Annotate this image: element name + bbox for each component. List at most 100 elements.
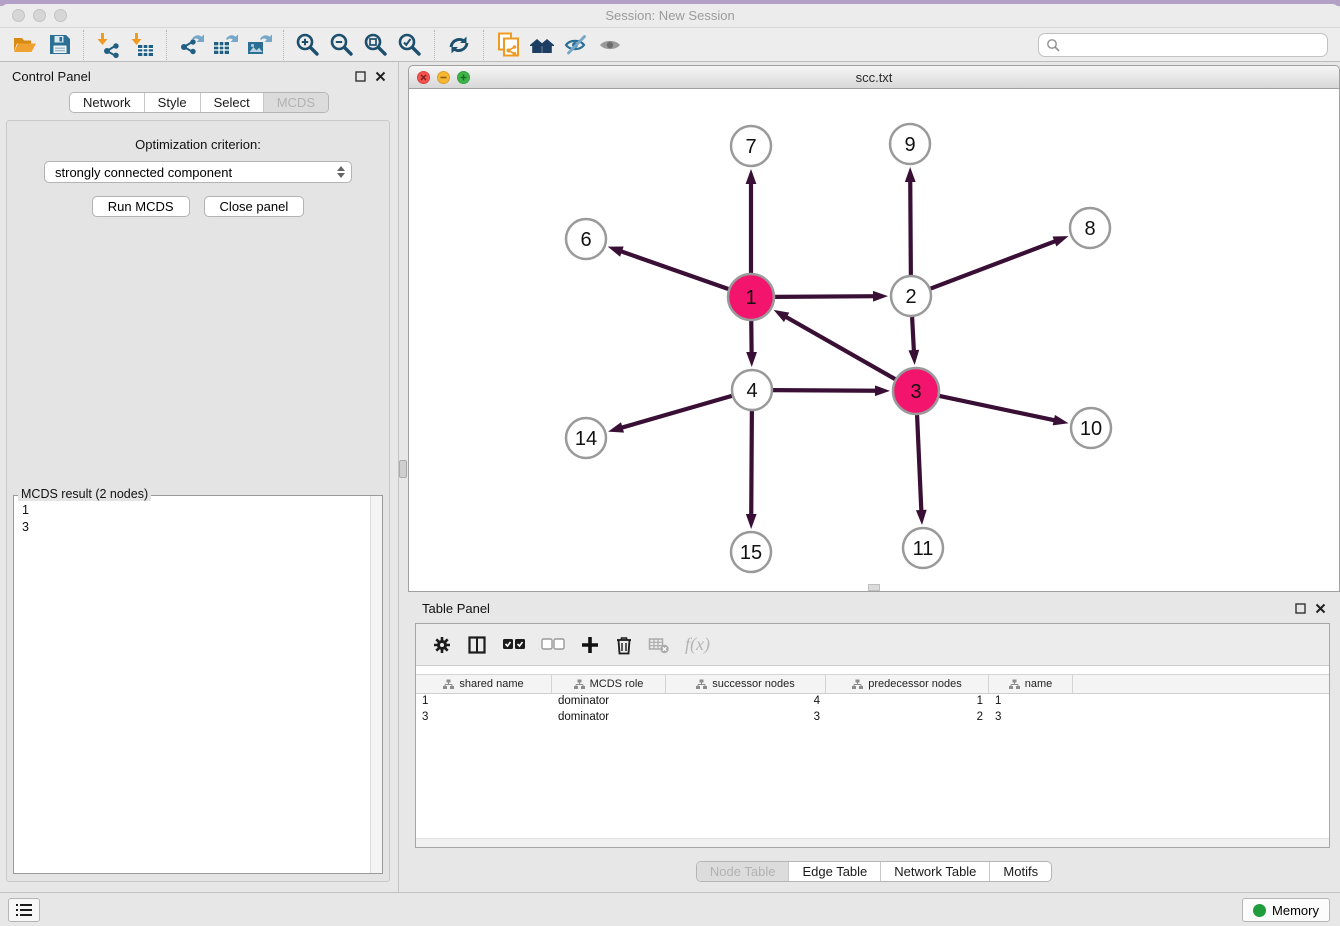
graph-node-6[interactable]: 6 [566, 219, 606, 259]
graph-edge-2-3[interactable] [908, 317, 919, 365]
mcds-result-text: 1 3 [14, 496, 382, 542]
toolbar-separator [166, 30, 167, 60]
network-view-window: scc.txt 7968124314101511 [408, 65, 1340, 592]
result-scrollbar[interactable] [370, 496, 382, 873]
select-all-icon[interactable] [502, 632, 526, 658]
tab-mcds[interactable]: MCDS [263, 93, 328, 112]
table-settings-gear-icon[interactable] [432, 632, 452, 658]
graph-node-10[interactable]: 10 [1071, 408, 1111, 448]
zoom-in-icon[interactable] [291, 30, 325, 60]
apply-layout-icon[interactable] [442, 30, 476, 60]
memory-button[interactable]: Memory [1242, 898, 1330, 922]
close-panel-button[interactable]: Close panel [204, 196, 305, 217]
svg-text:15: 15 [740, 542, 762, 564]
graph-edge-2-9[interactable] [905, 167, 916, 275]
table-row[interactable]: 3dominator323 [416, 710, 1329, 726]
graph-node-11[interactable]: 11 [903, 528, 943, 568]
graph-node-2[interactable]: 2 [891, 276, 931, 316]
import-table-icon[interactable] [125, 30, 159, 60]
memory-status-icon [1253, 904, 1266, 917]
table-tab-node-table[interactable]: Node Table [697, 862, 789, 881]
network-canvas[interactable]: 7 9 6 8 1 2 4 3 14 10 15 11 [408, 89, 1340, 592]
float-table-panel-icon[interactable] [1295, 603, 1306, 614]
column-header-MCDS-role[interactable]: MCDS role [552, 675, 666, 693]
table-cell: dominator [552, 694, 666, 710]
status-bar: Memory [0, 892, 1340, 926]
export-network-icon[interactable] [174, 30, 208, 60]
function-builder-icon[interactable]: f(x) [685, 632, 710, 658]
tab-style[interactable]: Style [144, 93, 200, 112]
table-row[interactable]: 1dominator411 [416, 694, 1329, 710]
save-session-icon[interactable] [42, 30, 76, 60]
svg-text:2: 2 [905, 286, 916, 308]
close-table-panel-icon[interactable] [1315, 603, 1326, 614]
table-cell: 1 [826, 694, 989, 710]
table-toolbar: f(x) [416, 624, 1329, 666]
search-input[interactable] [1065, 38, 1320, 52]
panel-splitter-handle[interactable] [399, 460, 407, 478]
search-icon [1046, 38, 1060, 52]
table-panel-title: Table Panel [422, 601, 490, 616]
table-tab-edge-table[interactable]: Edge Table [788, 862, 880, 881]
hide-selected-icon[interactable] [559, 30, 593, 60]
table-scrollbar[interactable] [416, 838, 1329, 847]
svg-text:14: 14 [575, 428, 597, 450]
zoom-fit-icon[interactable] [359, 30, 393, 60]
clone-network-icon[interactable] [491, 30, 525, 60]
import-network-icon[interactable] [91, 30, 125, 60]
cytoscape-window: Session: New Session [0, 0, 1340, 926]
table-cell: 3 [989, 710, 1073, 726]
show-columns-icon[interactable] [467, 632, 487, 658]
session-title: Session: New Session [0, 8, 1340, 23]
delete-column-trash-icon[interactable] [615, 632, 633, 658]
tab-select[interactable]: Select [200, 93, 263, 112]
graph-edge-4-15[interactable] [746, 411, 757, 529]
graph-node-7[interactable]: 7 [731, 126, 771, 166]
graph-edge-4-3[interactable] [773, 385, 890, 396]
graph-edge-1-7[interactable] [746, 169, 757, 273]
graph-edge-1-2[interactable] [775, 291, 888, 302]
criterion-select[interactable]: strongly connected component [44, 161, 352, 183]
export-image-icon[interactable] [242, 30, 276, 60]
graph-node-9[interactable]: 9 [890, 124, 930, 164]
deselect-all-icon[interactable] [541, 632, 565, 658]
graph-node-1[interactable]: 1 [728, 274, 774, 320]
close-panel-icon[interactable] [375, 71, 386, 82]
tab-network[interactable]: Network [70, 93, 144, 112]
zoom-selected-icon[interactable] [393, 30, 427, 60]
svg-text:3: 3 [910, 381, 921, 403]
zoom-out-icon[interactable] [325, 30, 359, 60]
column-header-name[interactable]: name [989, 675, 1073, 693]
column-header-shared-name[interactable]: shared name [416, 675, 552, 693]
view-splitter-handle[interactable] [868, 584, 880, 591]
column-header-successor-nodes[interactable]: successor nodes [666, 675, 826, 693]
graph-node-4[interactable]: 4 [732, 370, 772, 410]
column-header-predecessor-nodes[interactable]: predecessor nodes [826, 675, 989, 693]
add-column-icon[interactable] [580, 632, 600, 658]
graph-node-15[interactable]: 15 [731, 532, 771, 572]
show-all-icon[interactable] [593, 30, 627, 60]
graph-edge-1-6[interactable] [608, 247, 729, 290]
export-table-icon[interactable] [208, 30, 242, 60]
table-cell: 4 [666, 694, 826, 710]
graph-edge-3-11[interactable] [916, 415, 927, 525]
float-panel-icon[interactable] [355, 71, 366, 82]
run-mcds-button[interactable]: Run MCDS [92, 196, 190, 217]
table-tab-motifs[interactable]: Motifs [989, 862, 1051, 881]
delete-table-icon[interactable] [648, 632, 670, 658]
graph-edge-3-1[interactable] [774, 310, 896, 379]
graph-edge-1-4[interactable] [746, 321, 757, 367]
graph-edge-3-10[interactable] [939, 396, 1068, 425]
graph-edge-2-8[interactable] [931, 236, 1069, 288]
open-session-icon[interactable] [8, 30, 42, 60]
graph-edge-4-14[interactable] [608, 396, 732, 433]
graph-node-3[interactable]: 3 [893, 368, 939, 414]
mcds-result-title: MCDS result (2 nodes) [18, 487, 151, 501]
task-history-button[interactable] [8, 898, 40, 922]
home-icon[interactable] [525, 30, 559, 60]
table-tab-network-table[interactable]: Network Table [880, 862, 989, 881]
graph-node-8[interactable]: 8 [1070, 208, 1110, 248]
search-field[interactable] [1038, 33, 1328, 57]
table-cell: 3 [666, 710, 826, 726]
graph-node-14[interactable]: 14 [566, 418, 606, 458]
